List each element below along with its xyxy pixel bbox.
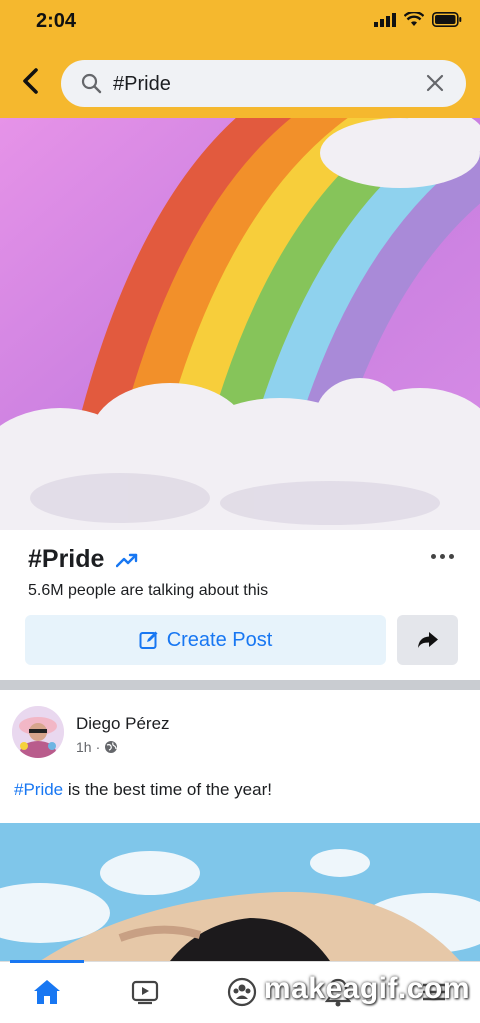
status-icons: [374, 12, 462, 27]
edit-icon: [139, 631, 158, 649]
post-card: Diego Pérez 1h · #Pride is the best time…: [0, 690, 480, 823]
back-arrow-icon: [23, 68, 38, 94]
post-photo[interactable]: [0, 823, 480, 961]
create-post-label: Create Post: [166, 628, 273, 651]
back-button[interactable]: [14, 64, 48, 98]
search-icon: [81, 73, 102, 94]
battery-icon: [432, 12, 462, 27]
tab-home[interactable]: [27, 974, 67, 1010]
create-post-button[interactable]: Create Post: [25, 615, 386, 665]
status-time: 2:04: [36, 10, 77, 32]
section-divider: [0, 680, 480, 690]
globe-icon: [105, 741, 118, 753]
post-hashtag[interactable]: #Pride: [14, 780, 63, 799]
more-dots-icon[interactable]: [431, 554, 454, 559]
topic-title: #Pride: [28, 545, 105, 573]
top-bar: 2:04: [0, 0, 480, 118]
post-meta: 1h ·: [76, 739, 118, 755]
tab-groups[interactable]: [222, 974, 262, 1010]
trending-up-icon: [116, 553, 138, 568]
post-author[interactable]: Diego Pérez: [76, 714, 170, 734]
search-input[interactable]: [111, 70, 405, 98]
avatar[interactable]: [12, 706, 64, 758]
groups-icon: [227, 977, 257, 1007]
topic-subtitle: 5.6M people are talking about this: [28, 582, 269, 599]
search-bar[interactable]: [61, 60, 466, 107]
topic-header: #Pride 5.6M people are talking about thi…: [0, 530, 480, 680]
tab-video[interactable]: [125, 974, 165, 1010]
close-icon[interactable]: [426, 74, 444, 92]
home-icon: [34, 980, 60, 1004]
post-time: 1h: [76, 739, 92, 755]
post-text: #Pride is the best time of the year!: [14, 780, 272, 800]
share-button[interactable]: [397, 615, 458, 665]
share-arrow-icon: [417, 632, 438, 648]
watermark: makeagif.com: [263, 972, 470, 1005]
post-text-body: is the best time of the year!: [63, 780, 272, 799]
topic-cover-image: [0, 118, 480, 530]
meta-separator: ·: [95, 739, 101, 755]
active-tab-indicator: [10, 960, 84, 963]
video-icon: [131, 980, 159, 1005]
wifi-icon: [404, 12, 424, 26]
signal-icon: [374, 12, 396, 27]
